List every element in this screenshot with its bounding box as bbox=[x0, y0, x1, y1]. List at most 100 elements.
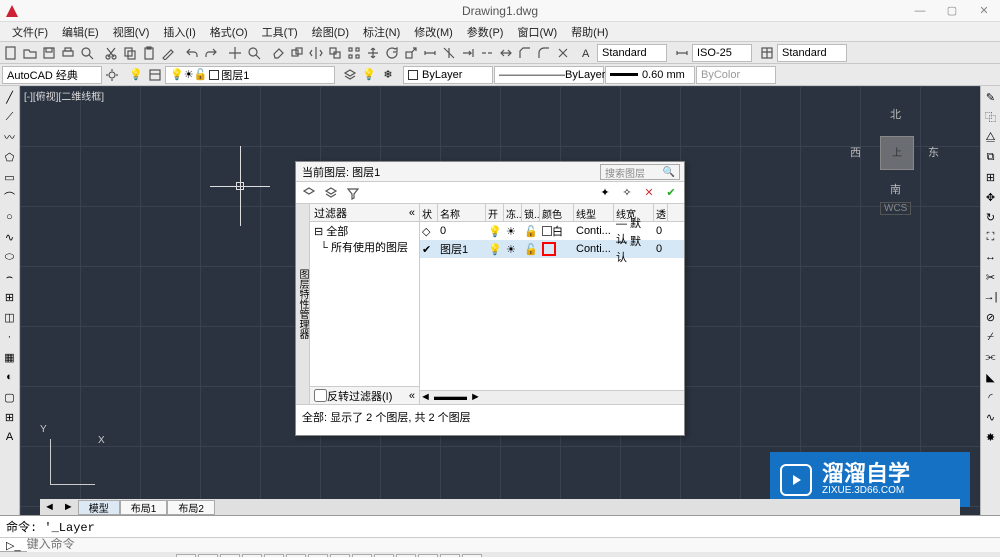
layer-list-scrollbar[interactable]: ◄ ▬▬▬ ► bbox=[420, 390, 684, 404]
compass-west[interactable]: 西 bbox=[850, 144, 861, 160]
erase2-icon[interactable]: ✎ bbox=[982, 88, 1000, 106]
copy3-icon[interactable]: ⿻ bbox=[982, 108, 1000, 126]
tab-model[interactable]: 模型 bbox=[78, 500, 120, 515]
preview-icon[interactable] bbox=[78, 44, 96, 62]
ducs-toggle[interactable] bbox=[330, 554, 350, 557]
lock-icon[interactable]: 🔓 bbox=[522, 225, 540, 238]
compass-south[interactable]: 南 bbox=[890, 181, 901, 197]
table-icon[interactable] bbox=[758, 44, 776, 62]
textstyle-dropdown[interactable]: Standard bbox=[597, 44, 667, 62]
blend-icon[interactable]: ∿ bbox=[982, 408, 1000, 426]
on-icon[interactable]: 💡 bbox=[486, 225, 504, 238]
join2-icon[interactable]: ⫘ bbox=[982, 348, 1000, 366]
menu-file[interactable]: 文件(F) bbox=[8, 24, 52, 40]
menu-draw[interactable]: 绘图(D) bbox=[308, 24, 353, 40]
tab-layout2[interactable]: 布局2 bbox=[167, 500, 215, 515]
command-input[interactable] bbox=[27, 538, 1000, 552]
scale2-icon[interactable]: ⛶ bbox=[982, 228, 1000, 246]
print-icon[interactable] bbox=[59, 44, 77, 62]
array-icon[interactable] bbox=[345, 44, 363, 62]
gradient-icon[interactable]: ◐ bbox=[1, 368, 19, 386]
filter-icon[interactable] bbox=[344, 184, 362, 202]
pline-icon[interactable]: ⟋ bbox=[1, 108, 19, 126]
explode2-icon[interactable]: ✸ bbox=[982, 428, 1000, 446]
new-icon[interactable] bbox=[2, 44, 20, 62]
lock-icon[interactable]: 🔓 bbox=[522, 243, 540, 256]
color-swatch-highlighted[interactable] bbox=[542, 242, 556, 256]
color-dropdown[interactable]: ByLayer bbox=[403, 66, 493, 84]
copy-icon[interactable] bbox=[121, 44, 139, 62]
dim-icon[interactable] bbox=[673, 44, 691, 62]
zoom-icon[interactable] bbox=[245, 44, 263, 62]
save-icon[interactable] bbox=[40, 44, 58, 62]
sc-toggle[interactable] bbox=[440, 554, 460, 557]
menu-format[interactable]: 格式(O) bbox=[206, 24, 252, 40]
color-cell[interactable]: 白 bbox=[540, 223, 574, 239]
col-status[interactable]: 状 bbox=[420, 204, 438, 221]
open-icon[interactable] bbox=[21, 44, 39, 62]
newlayer-icon[interactable] bbox=[300, 184, 318, 202]
compass-north[interactable]: 北 bbox=[890, 106, 901, 122]
tab-prev-icon[interactable]: ◄ bbox=[40, 501, 59, 513]
filter-tree[interactable]: ⊟ 全部 └ 所有使用的图层 bbox=[310, 222, 419, 386]
layeriso-icon[interactable]: 💡 bbox=[127, 66, 145, 84]
color-swatch[interactable] bbox=[542, 226, 552, 236]
pan-icon[interactable] bbox=[226, 44, 244, 62]
workspace-dropdown[interactable]: AutoCAD 经典 bbox=[2, 66, 102, 84]
layer-name[interactable]: 0 bbox=[438, 225, 486, 237]
mtext-icon[interactable]: A bbox=[1, 428, 19, 446]
otrack-toggle[interactable] bbox=[308, 554, 328, 557]
line-icon[interactable]: ╱ bbox=[1, 88, 19, 106]
dimstyle-dropdown[interactable]: ISO-25 bbox=[692, 44, 752, 62]
osnap-toggle[interactable] bbox=[264, 554, 284, 557]
stretch-icon[interactable] bbox=[421, 44, 439, 62]
menu-tools[interactable]: 工具(T) bbox=[258, 24, 302, 40]
col-name[interactable]: 名称 bbox=[438, 204, 486, 221]
maximize-icon[interactable]: ▢ bbox=[936, 0, 968, 22]
copy2-icon[interactable] bbox=[288, 44, 306, 62]
layer-properties-dialog[interactable]: 当前图层: 图层1 搜索图层 🔍 ✦ ✧ ✕ ✔ 图层特性管理器 bbox=[295, 161, 685, 436]
undo-icon[interactable] bbox=[183, 44, 201, 62]
invert-filter-checkbox[interactable] bbox=[314, 389, 327, 402]
color-cell[interactable] bbox=[540, 242, 574, 256]
menu-window[interactable]: 窗口(W) bbox=[513, 24, 561, 40]
filter-collapse-icon[interactable]: « bbox=[409, 207, 415, 219]
layerstack-icon[interactable] bbox=[322, 184, 340, 202]
table2-icon[interactable]: ⊞ bbox=[1, 408, 19, 426]
trans-cell[interactable]: 0 bbox=[654, 243, 668, 255]
viewport-label[interactable]: [-][俯视][二维线框] bbox=[24, 88, 104, 103]
block-icon[interactable]: ◫ bbox=[1, 308, 19, 326]
tpy-toggle[interactable] bbox=[396, 554, 416, 557]
mirror2-icon[interactable]: ⧋ bbox=[982, 128, 1000, 146]
ltype-cell[interactable]: Conti... bbox=[574, 243, 614, 255]
array2-icon[interactable]: ⊞ bbox=[982, 168, 1000, 186]
newlayer2-icon[interactable]: ✦ bbox=[596, 184, 614, 202]
view-cube-top[interactable]: 上 bbox=[880, 136, 914, 170]
extend2-icon[interactable]: →| bbox=[982, 288, 1000, 306]
polar-toggle[interactable] bbox=[242, 554, 262, 557]
layers-icon[interactable] bbox=[341, 66, 359, 84]
freeze-icon[interactable]: ☀ bbox=[504, 243, 522, 256]
layerprop-icon[interactable] bbox=[146, 66, 164, 84]
paste-icon[interactable] bbox=[140, 44, 158, 62]
breakat-icon[interactable]: ⌿ bbox=[982, 328, 1000, 346]
circle-icon[interactable]: ○ bbox=[1, 208, 19, 226]
close-icon[interactable]: ✕ bbox=[968, 0, 1000, 22]
compass-east[interactable]: 东 bbox=[928, 144, 939, 160]
filter-used[interactable]: 所有使用的图层 bbox=[331, 242, 408, 254]
snap-toggle[interactable] bbox=[176, 554, 196, 557]
rect-icon[interactable]: ▭ bbox=[1, 168, 19, 186]
ortho-toggle[interactable] bbox=[220, 554, 240, 557]
freeze-icon[interactable]: ☀ bbox=[504, 225, 522, 238]
move2-icon[interactable]: ✥ bbox=[982, 188, 1000, 206]
dyn-toggle[interactable] bbox=[352, 554, 372, 557]
explode-icon[interactable] bbox=[554, 44, 572, 62]
layer-name[interactable]: 图层1 bbox=[438, 241, 486, 257]
scale-icon[interactable] bbox=[402, 44, 420, 62]
ellipse-icon[interactable]: ⬭ bbox=[1, 248, 19, 266]
col-color[interactable]: 颜色 bbox=[540, 204, 574, 221]
layerfrz-icon[interactable]: ❄ bbox=[379, 66, 397, 84]
filter-header-label[interactable]: 过滤器 bbox=[314, 205, 347, 221]
layer-search-input[interactable]: 搜索图层 🔍 bbox=[600, 164, 680, 180]
qp-toggle[interactable] bbox=[418, 554, 438, 557]
